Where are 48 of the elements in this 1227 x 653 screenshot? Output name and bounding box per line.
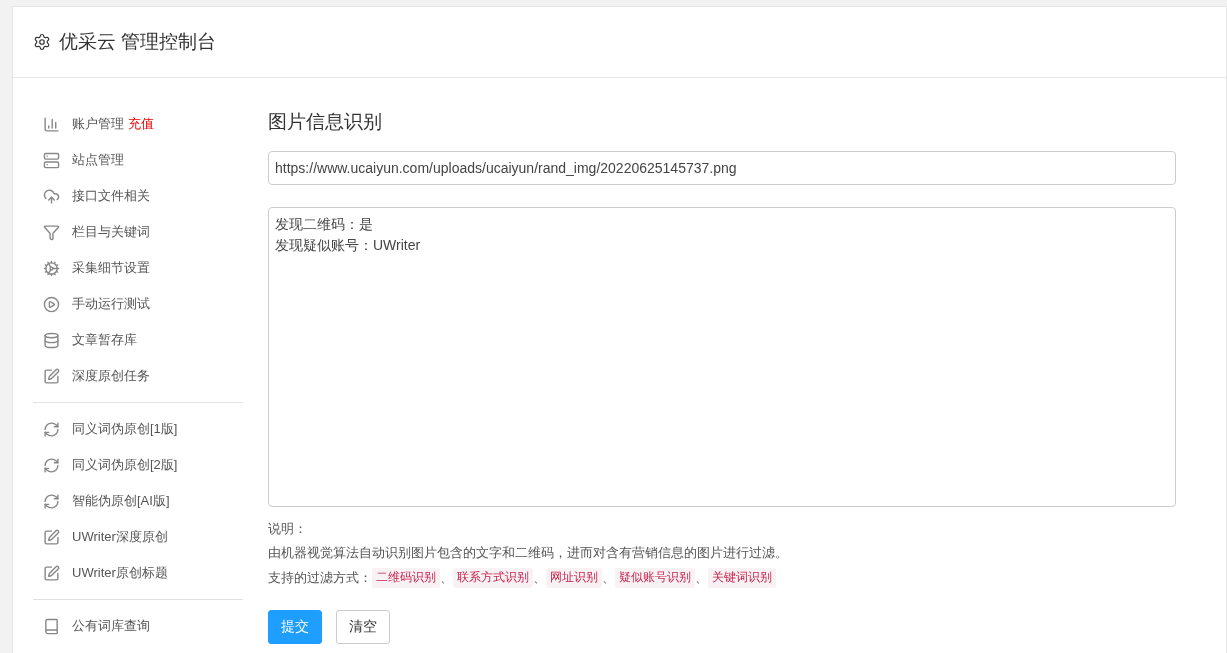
refresh-icon <box>43 420 60 438</box>
sidebar-link[interactable]: 站点管理 <box>72 150 124 170</box>
sidebar-link[interactable]: 栏目与关键词 <box>72 222 150 242</box>
separator-text: 、 <box>602 568 615 587</box>
sidebar-link[interactable]: 智能伪原创[AI版] <box>72 491 170 511</box>
edit-icon <box>43 564 60 582</box>
sidebar-link[interactable]: UWriter原创标题 <box>72 563 168 583</box>
sidebar-link[interactable]: 账户管理 <box>72 114 124 134</box>
sidebar-link[interactable]: 公有词库查询 <box>72 616 150 636</box>
method-tag: 联系方式识别 <box>453 567 533 588</box>
result-box[interactable]: 发现二维码：是 发现疑似账号：UWriter <box>268 206 1176 507</box>
url-field[interactable]: https://www.ucaiyun.com/uploads/ucaiyun/rand_img/20220625145737.png <box>268 150 1176 185</box>
notes-heading: 说明： <box>268 519 308 538</box>
sidebar-link[interactable]: 文章暂存库 <box>72 330 137 350</box>
sidebar-link[interactable]: 接口文件相关 <box>72 186 150 206</box>
sidebar-link[interactable]: 同义词伪原创[1版] <box>72 419 178 439</box>
sidebar-link[interactable]: 采集细节设置 <box>72 258 150 278</box>
settings-icon <box>33 33 51 51</box>
recharge-link[interactable]: 充值 <box>128 114 154 134</box>
methods-label: 支持的过滤方式： <box>268 568 372 587</box>
separator-text: 、 <box>440 568 453 587</box>
refresh-icon <box>43 492 60 510</box>
separator-text: 、 <box>695 568 708 587</box>
book-icon <box>43 617 60 635</box>
bar-chart-icon <box>43 115 60 133</box>
sidebar-link[interactable]: 深度原创任务 <box>72 366 150 386</box>
server-icon <box>43 151 60 169</box>
notes-description: 由机器视觉算法自动识别图片包含的文字和二维码，进而对含有营销信息的图片进行过滤。 <box>268 544 789 562</box>
clear-button[interactable]: 清空 <box>336 609 390 644</box>
method-tag: 二维码识别 <box>372 567 440 588</box>
sidebar-link[interactable]: 同义词伪原创[2版] <box>72 455 178 475</box>
database-icon <box>43 331 60 349</box>
cloud-upload-icon <box>43 187 60 205</box>
play-icon <box>43 295 60 313</box>
sidebar-link[interactable]: 手动运行测试 <box>72 294 150 314</box>
result-line: 发现二维码：是 <box>275 214 373 234</box>
result-line: 发现疑似账号：UWriter <box>275 235 421 255</box>
page-title: 图片信息识别 <box>268 110 383 134</box>
separator-text: 、 <box>533 568 546 587</box>
method-tag: 疑似账号识别 <box>615 567 695 588</box>
edit-icon <box>43 367 60 385</box>
method-tag: 网址识别 <box>546 567 602 588</box>
sidebar-link[interactable]: UWriter深度原创 <box>72 527 168 547</box>
filter-icon <box>43 223 60 241</box>
edit-icon <box>43 528 60 546</box>
method-tag: 关键词识别 <box>708 567 776 588</box>
refresh-icon <box>43 456 60 474</box>
console-title: 优采云 管理控制台 <box>59 29 217 54</box>
